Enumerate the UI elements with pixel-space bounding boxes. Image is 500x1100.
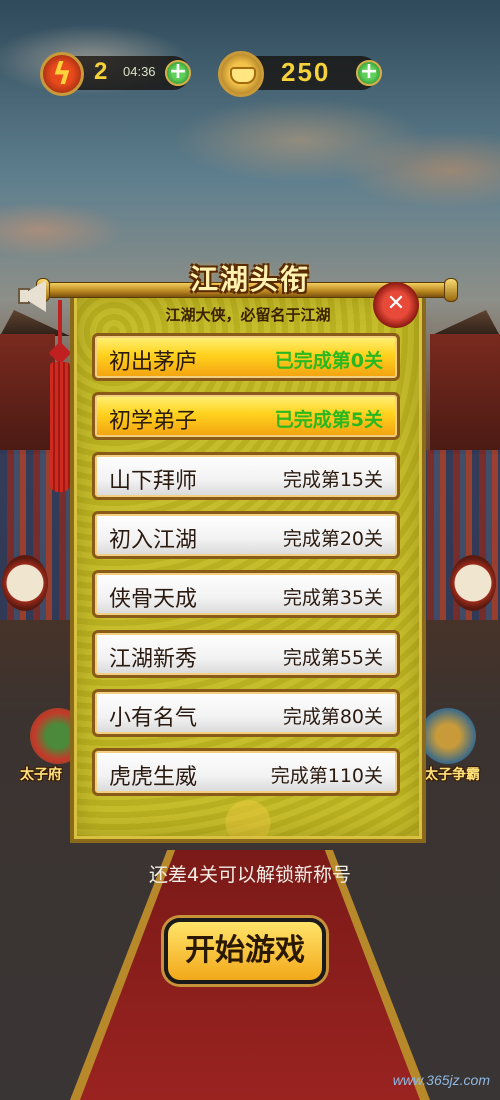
title-name: 初入江湖 [109,528,198,553]
drum-right [450,555,496,611]
palace-hall-right [430,334,500,454]
title-name: 江湖新秀 [109,647,198,672]
panel-title: 江湖头衔 [189,263,310,296]
title-name: 山下拜师 [109,469,198,494]
title-requirement: 完成第80关 [282,706,383,728]
title-row: 初入江湖 完成第20关 [92,511,400,559]
title-row: 初出茅庐 已完成第0关 [92,333,400,381]
title-row: 山下拜师 完成第15关 [92,452,400,500]
title-requirement: 完成第15关 [282,469,383,491]
title-name: 虎虎生威 [109,765,198,790]
title-row: 江湖新秀 完成第55关 [92,630,400,678]
title-requirement: 已完成第0关 [274,350,383,372]
add-energy-button[interactable]: + [165,60,191,86]
left-side-label: 太子府 [20,767,62,783]
gold-count: 250 [281,57,331,87]
title-row: 初学弟子 已完成第5关 [92,392,400,440]
title-requirement: 完成第110关 [270,765,383,787]
add-gold-button[interactable]: + [356,60,382,86]
gold-ingot-icon [218,51,264,97]
title-name: 初学弟子 [109,409,198,434]
energy-count: 2 [94,58,108,85]
title-requirement: 已完成第5关 [274,409,383,431]
speaker-cone [28,280,46,312]
title-name: 小有名气 [109,706,198,731]
title-row: 虎虎生威 完成第110关 [92,748,400,796]
lightning-icon [40,52,84,96]
sound-toggle-button[interactable] [14,278,50,314]
start-game-button[interactable]: 开始游戏 [164,918,326,984]
watermark: www.365jz.com [392,1072,490,1088]
title-name: 初出茅庐 [109,350,198,375]
title-row: 小有名气 完成第80关 [92,689,400,737]
scroll-rod-cap-right [444,278,458,302]
drum-left [2,555,48,611]
title-row: 侠骨天成 完成第35关 [92,570,400,618]
palace-hall-left [0,334,55,454]
prince-contest-icon[interactable] [420,708,476,764]
title-requirement: 完成第20关 [282,528,383,550]
right-side-label: 太子争霸 [424,767,480,783]
tassel-ornament [50,362,70,492]
title-requirement: 完成第35关 [282,587,383,609]
title-name: 侠骨天成 [109,587,198,612]
remaining-levels-text: 还差4关可以解锁新称号 [148,864,352,886]
energy-timer: 04:36 [123,64,156,79]
title-requirement: 完成第55关 [282,647,383,669]
close-button[interactable]: ✕ [373,282,419,328]
